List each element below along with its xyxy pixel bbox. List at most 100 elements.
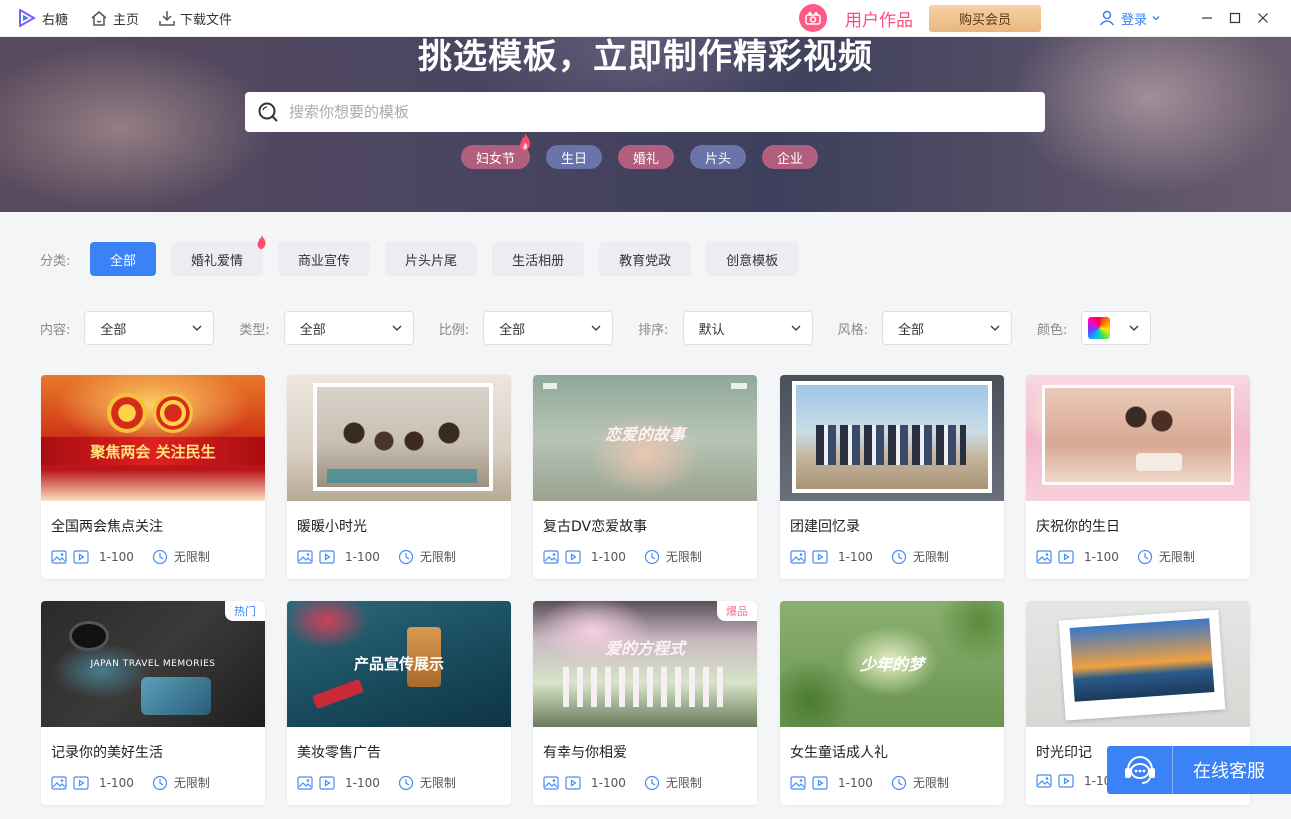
duration-limit: 无限制 — [419, 550, 456, 564]
rec-indicator — [543, 383, 557, 389]
image-icon — [51, 549, 67, 564]
ratio-select[interactable]: 全部 — [483, 311, 614, 345]
maximize-button[interactable] — [1223, 6, 1247, 30]
close-button[interactable] — [1251, 6, 1275, 30]
style-select-value: 全部 — [897, 322, 924, 338]
chevron-down-icon — [591, 325, 601, 331]
video-icon — [812, 549, 828, 564]
image-icon — [51, 775, 67, 790]
category-all[interactable]: 全部 — [90, 242, 157, 276]
hot-tag-enterprise[interactable]: 企业 — [762, 145, 818, 169]
clock-icon — [644, 775, 659, 790]
template-card[interactable]: 恋爱的故事 复古DV恋爱故事 1-100 无限制 — [533, 375, 757, 579]
category-intro-outro[interactable]: 片头片尾 — [385, 242, 478, 276]
category-business[interactable]: 商业宣传 — [278, 242, 371, 276]
template-title: 团建回忆录 — [790, 519, 860, 535]
material-count: 1-100 — [345, 775, 380, 790]
hero-banner: 挑选模板，立即制作精彩视频 妇女节 生日 婚礼 片头 企业 — [0, 37, 1291, 212]
content-select-value: 全部 — [100, 322, 127, 338]
chevron-down-icon — [392, 325, 402, 331]
fire-icon — [520, 133, 531, 151]
template-meta: 1-100 无限制 — [297, 774, 456, 791]
image-icon — [297, 549, 313, 564]
online-service-button[interactable]: 在线客服 — [1107, 746, 1291, 794]
category-album[interactable]: 生活相册 — [492, 242, 585, 276]
camera-prop — [69, 621, 109, 651]
duration-limit: 无限制 — [1158, 550, 1195, 564]
template-title: 女生童话成人礼 — [790, 745, 888, 761]
hot-tag-birthday[interactable]: 生日 — [546, 145, 602, 169]
chevron-down-icon — [1152, 16, 1160, 21]
birthday-cake — [1136, 453, 1182, 471]
chevron-down-icon — [1129, 325, 1139, 331]
category-creative[interactable]: 创意模板 — [706, 242, 799, 276]
category-education[interactable]: 教育党政 — [599, 242, 692, 276]
bestseller-badge: 爆品 — [717, 601, 757, 621]
template-card[interactable]: 庆祝你的生日 1-100 无限制 — [1026, 375, 1250, 579]
template-title: 庆祝你的生日 — [1036, 519, 1120, 535]
app-logo[interactable]: 右糖 — [18, 9, 68, 28]
template-card[interactable]: 聚焦两会 关注民生 全国两会焦点关注 1-100 无限制 — [41, 375, 265, 579]
hot-tag-womens-day[interactable]: 妇女节 — [461, 133, 531, 169]
filter-label-color: 颜色: — [1036, 322, 1068, 338]
category-wedding[interactable]: 婚礼爱情 — [171, 234, 266, 276]
style-select[interactable]: 全部 — [881, 311, 1012, 345]
template-card[interactable]: 团建回忆录 1-100 无限制 — [780, 375, 1004, 579]
couple-figures — [1118, 403, 1178, 453]
filter-row: 内容: 全部 类型: 全部 比例: 全部 排序: 默认 风格: 全部 颜色: — [40, 311, 1152, 345]
chevron-down-icon — [791, 325, 801, 331]
template-meta: 1-100 无限制 — [51, 548, 210, 565]
lipstick — [312, 678, 364, 710]
category-tabs: 全部 婚礼爱情 商业宣传 片头片尾 生活相册 教育党政 创意模板 — [90, 234, 813, 276]
image-icon — [543, 549, 559, 564]
template-meta: 1-100 无限制 — [1036, 548, 1195, 565]
template-title: 暖暖小时光 — [297, 519, 367, 535]
app-name: 右糖 — [42, 12, 69, 28]
customer-service-icon — [1107, 746, 1173, 794]
template-card[interactable]: 少年的梦 女生童话成人礼 1-100 无限制 — [780, 601, 1004, 805]
filter-label-ratio: 比例: — [438, 322, 470, 338]
template-card[interactable]: JAPAN TRAVEL MEMORIES 热门 记录你的美好生活 1-100 … — [41, 601, 265, 805]
minimize-icon — [1202, 17, 1212, 19]
download-files-button[interactable]: 下载文件 — [159, 9, 232, 28]
close-icon — [1258, 13, 1268, 23]
content-select[interactable]: 全部 — [84, 311, 215, 345]
hot-tag-intro[interactable]: 片头 — [690, 145, 746, 169]
minimize-button[interactable] — [1195, 6, 1219, 30]
template-meta: 1-100 无限制 — [790, 774, 949, 791]
home-label: 主页 — [113, 12, 140, 28]
clock-icon — [152, 775, 167, 790]
template-thumbnail — [1026, 375, 1250, 501]
color-select[interactable] — [1081, 311, 1152, 345]
video-icon — [319, 775, 335, 790]
team-figures — [816, 425, 966, 465]
category-wedding-label: 婚礼爱情 — [191, 253, 244, 269]
login-label: 登录 — [1120, 12, 1147, 28]
image-icon — [1036, 549, 1052, 564]
user-works-button[interactable]: 用户作品 — [798, 4, 913, 32]
hot-tags: 妇女节 生日 婚礼 片头 企业 — [461, 133, 834, 169]
search-bar[interactable] — [245, 92, 1045, 132]
sort-select[interactable]: 默认 — [682, 311, 813, 345]
template-meta: 1-100 无限制 — [543, 548, 702, 565]
clock-icon — [891, 549, 906, 564]
video-icon — [1058, 549, 1074, 564]
hot-tag-wedding[interactable]: 婚礼 — [618, 145, 674, 169]
template-card[interactable]: 暖暖小时光 1-100 无限制 — [287, 375, 511, 579]
video-icon — [1058, 774, 1074, 788]
home-button[interactable]: 主页 — [90, 9, 139, 28]
title-bar: 右糖 主页 下载文件 用户作品 购买会员 登录 — [0, 0, 1291, 37]
template-card[interactable]: 爱的方程式 爆品 有幸与你相爱 1-100 无限制 — [533, 601, 757, 805]
template-meta: 1-100 无限制 — [543, 774, 702, 791]
template-meta: 1-100 无限制 — [51, 774, 210, 791]
material-count: 1-100 — [345, 549, 380, 564]
type-select[interactable]: 全部 — [283, 311, 414, 345]
image-icon — [790, 549, 806, 564]
buy-vip-button[interactable]: 购买会员 — [928, 4, 1041, 32]
template-title: 全国两会焦点关注 — [51, 519, 163, 535]
hot-tag-label: 妇女节 — [475, 151, 515, 167]
search-input[interactable] — [289, 103, 989, 121]
template-card[interactable]: 产品宣传展示 美妆零售广告 1-100 无限制 — [287, 601, 511, 805]
login-button[interactable]: 登录 — [1099, 9, 1167, 28]
thumbnail-caption: 恋爱的故事 — [604, 425, 685, 444]
